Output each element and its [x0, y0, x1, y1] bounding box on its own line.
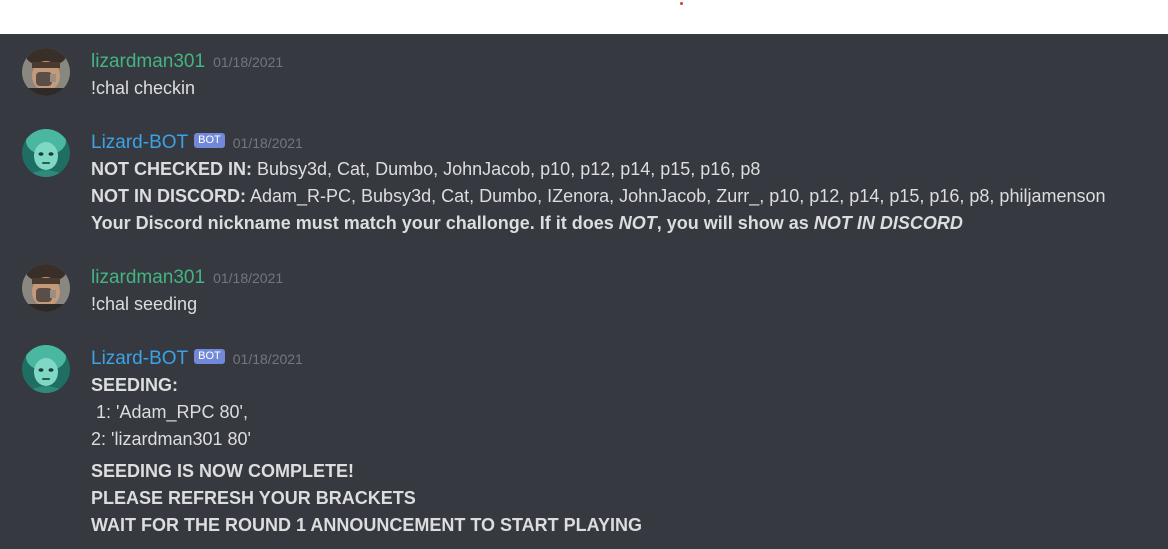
seed-entry: 2: 'lizardman301 80'	[91, 429, 251, 449]
wait-announcement: WAIT FOR THE ROUND 1 ANNOUNCEMENT TO STA…	[91, 515, 643, 535]
notice-emphasis: NOT IN DISCORD	[813, 213, 963, 233]
notice-text: , you will show as	[656, 213, 814, 233]
timestamp: 01/18/2021	[232, 351, 303, 367]
not-in-discord-line: NOT IN DISCORD: Adam_R-PC, Bubsy3d, Cat,…	[91, 183, 1151, 210]
notice-emphasis: NOT	[618, 213, 657, 233]
timestamp: 01/18/2021	[232, 135, 303, 151]
nickname-notice: Your Discord nickname must match your ch…	[91, 210, 1151, 237]
bot-badge: BOT	[194, 349, 225, 364]
seed-entry: 1: 'Adam_RPC 80',	[91, 402, 248, 422]
refresh-brackets: PLEASE REFRESH YOUR BRACKETS	[91, 488, 416, 508]
bot-badge: BOT	[194, 133, 225, 148]
bot-avatar[interactable]	[22, 345, 70, 393]
username[interactable]: Lizard-BOT	[91, 348, 188, 369]
username[interactable]: Lizard-BOT	[91, 132, 188, 153]
not-in-discord-list: Adam_R-PC, Bubsy3d, Cat, Dumbo, IZenora,…	[246, 186, 1106, 206]
bot-avatar[interactable]	[22, 129, 70, 177]
not-in-discord-label: NOT IN DISCORD:	[91, 186, 246, 206]
notice-text: Your Discord nickname must match your ch…	[91, 213, 619, 233]
seeding-label: SEEDING:	[91, 375, 179, 395]
not-checked-in-list: Bubsy3d, Cat, Dumbo, JohnJacob, p10, p12…	[252, 159, 761, 179]
seeding-complete: SEEDING IS NOW COMPLETE!	[91, 461, 355, 481]
top-bar	[0, 0, 1168, 34]
not-checked-in-line: NOT CHECKED IN: Bubsy3d, Cat, Dumbo, Joh…	[91, 156, 1151, 183]
avatar[interactable]	[22, 264, 70, 312]
not-checked-in-label: NOT CHECKED IN:	[91, 159, 252, 179]
chat-messages[interactable]: lizardman301 01/18/2021 !chal checkin Liz…	[0, 34, 1168, 549]
timestamp: 01/18/2021	[213, 54, 284, 70]
red-dot	[680, 2, 683, 5]
message-text: !chal checkin	[91, 78, 196, 98]
message-text: !chal seeding	[91, 294, 198, 314]
username[interactable]: lizardman301	[91, 51, 205, 72]
avatar[interactable]	[22, 48, 70, 96]
timestamp: 01/18/2021	[213, 270, 284, 286]
username[interactable]: lizardman301	[91, 267, 205, 288]
